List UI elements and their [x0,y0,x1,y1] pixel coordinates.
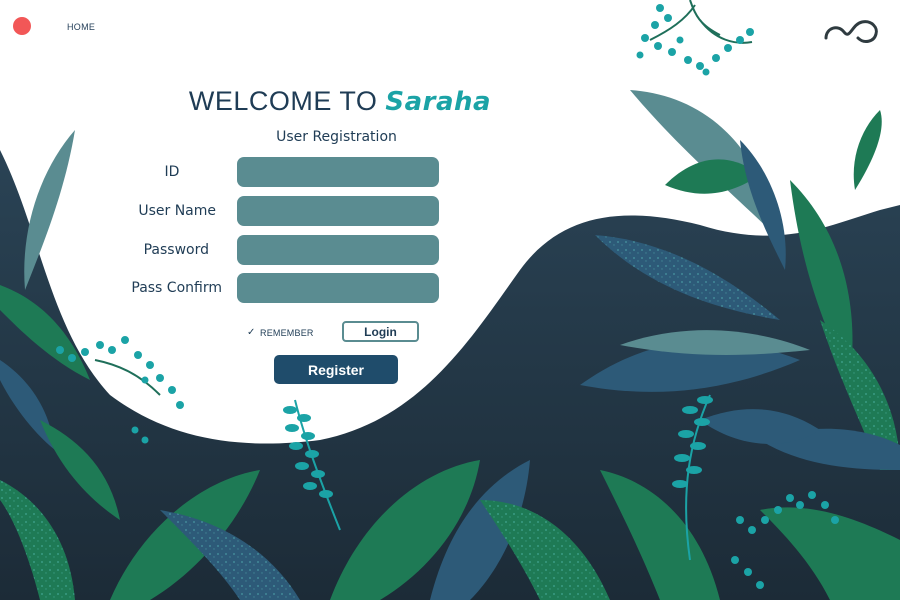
check-icon: ✓ [247,327,256,338]
username-input[interactable] [237,196,439,226]
password-row: Password [100,235,445,265]
id-input[interactable] [237,157,439,187]
infinity-logo-icon[interactable] [822,16,880,48]
pass-confirm-input[interactable] [237,273,439,303]
top-vine-leaves [636,0,754,76]
username-label: User Name [138,203,216,219]
welcome-heading: WELCOME TO Saraha [0,86,680,117]
password-label: Password [143,242,209,258]
id-label: ID [164,164,180,180]
username-row: User Name [100,196,445,226]
remember-checkbox[interactable]: ✓ REMEMBER [247,326,314,340]
id-row: ID [100,157,445,187]
form-title: User Registration [276,129,397,145]
pass-confirm-label: Pass Confirm [131,280,222,296]
login-button[interactable]: Login [342,321,419,342]
window-close-dot[interactable] [13,17,31,35]
welcome-prefix: WELCOME TO [188,86,378,116]
home-link[interactable]: HOME [67,22,95,32]
brand-name: Saraha [385,86,492,117]
remember-label: REMEMBER [260,328,314,338]
registration-page: HOME WELCOME TO Saraha User Registration … [0,0,900,600]
password-input[interactable] [237,235,439,265]
pass-confirm-row: Pass Confirm [100,273,445,303]
register-button[interactable]: Register [274,355,398,384]
